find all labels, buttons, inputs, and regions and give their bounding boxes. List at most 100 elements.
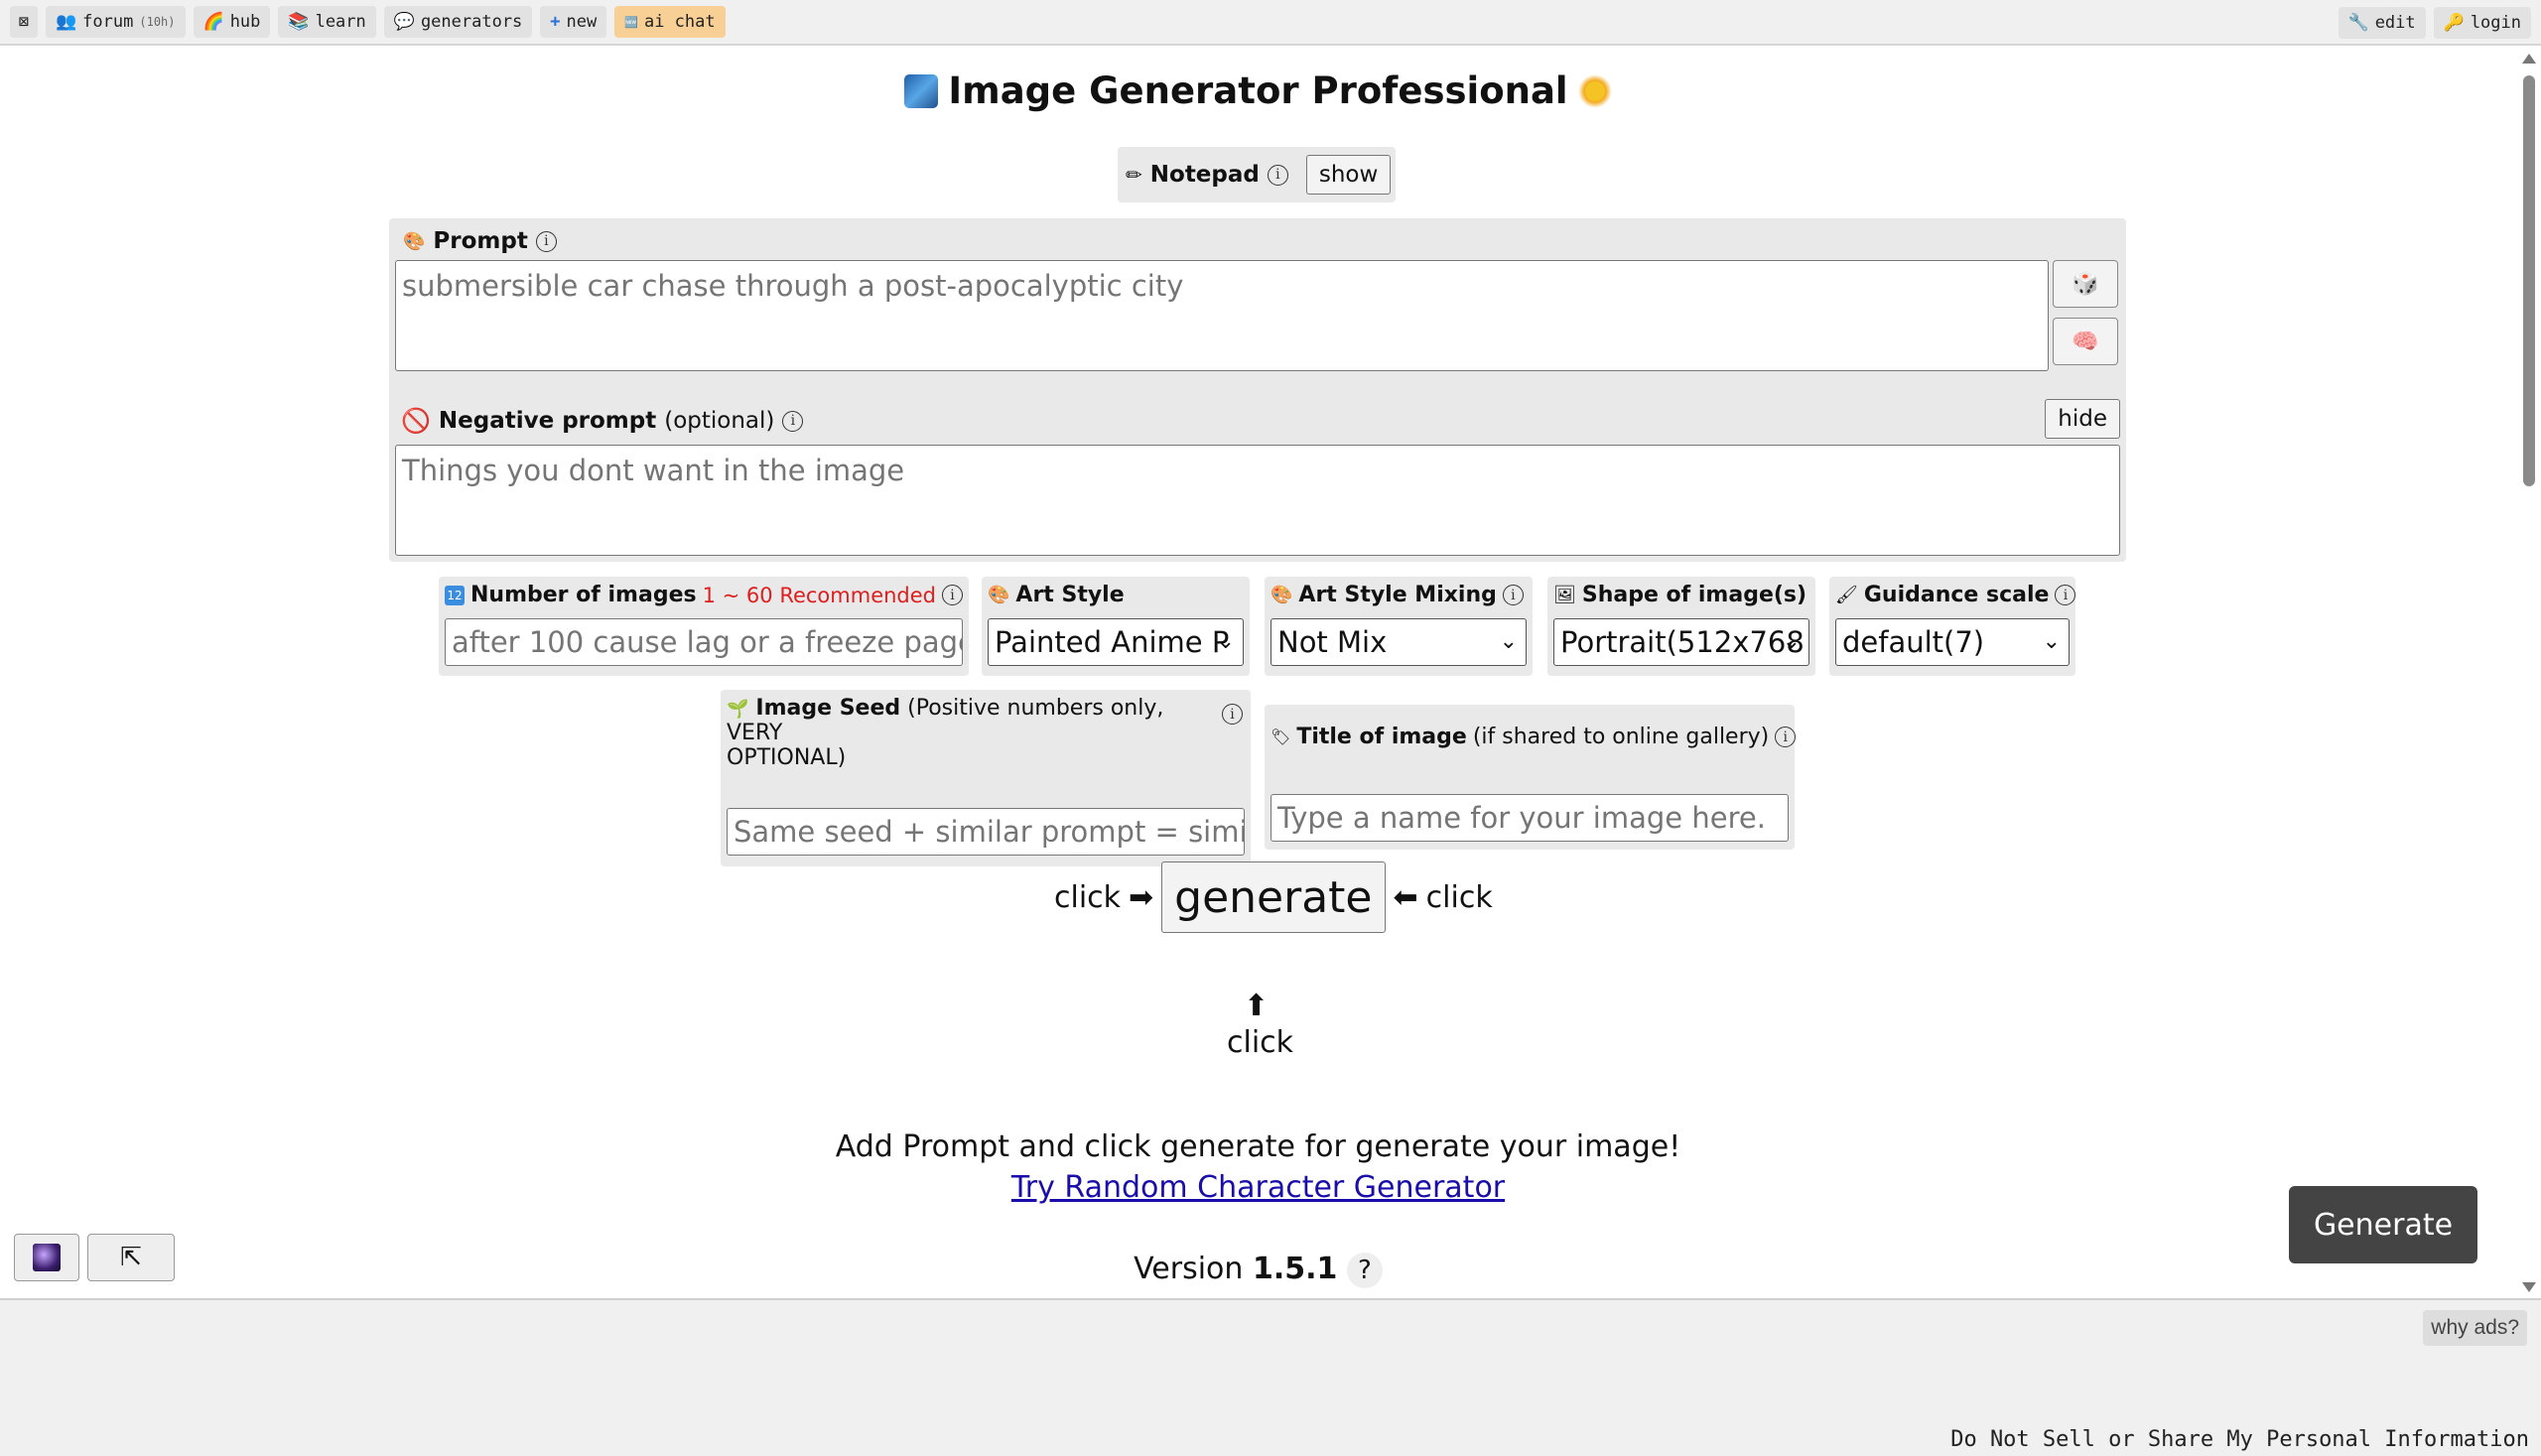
page-title: Image Generator Professional	[0, 69, 2516, 112]
random-prompt-button[interactable]: 🎲	[2053, 260, 2118, 308]
guidance-info-icon[interactable]: i	[2055, 585, 2076, 605]
people-icon: 👥	[56, 12, 77, 32]
guidance-select[interactable]: default(7) ⌄	[1835, 618, 2070, 666]
gallery-button[interactable]	[14, 1234, 79, 1281]
why-ads-button[interactable]: why ads?	[2423, 1310, 2527, 1346]
dice-icon: 🎲	[2072, 271, 2099, 297]
forum-link[interactable]: 👥 forum (10h)	[46, 6, 186, 38]
num-images-hint: 1 ~ 60 Recommended	[702, 583, 936, 607]
random-character-link[interactable]: Try Random Character Generator	[1011, 1170, 1505, 1205]
sun-icon	[1577, 74, 1612, 108]
chevron-down-icon: ⌄	[1216, 629, 1235, 654]
login-label: login	[2470, 13, 2521, 33]
prompt-label: Prompt	[433, 228, 528, 254]
ad-area: why ads? Do Not Sell or Share My Persona…	[0, 1298, 2541, 1456]
version-row: Version 1.5.1 ?	[0, 1252, 2516, 1288]
art-style-value: Painted Anime P	[995, 625, 1230, 659]
click-left-text: click	[1054, 879, 1122, 915]
arrow-right-icon: ➡	[1129, 879, 1154, 915]
palette-icon: 🎨	[1270, 585, 1293, 605]
framed-picture-icon: 🖼	[1553, 585, 1576, 605]
ai-chat-label: ai chat	[643, 12, 716, 32]
art-mixing-value: Not Mix	[1277, 625, 1388, 659]
numbers-icon: 12	[445, 585, 465, 605]
generate-button[interactable]: generate	[1161, 861, 1386, 933]
click-right-text: click	[1425, 879, 1493, 915]
floating-generate-button[interactable]: Generate	[2289, 1186, 2477, 1263]
scroll-thumb[interactable]	[2523, 75, 2535, 486]
label-tag-icon: 🏷	[1270, 728, 1291, 746]
title-info-icon[interactable]: i	[1775, 727, 1797, 747]
num-images-label: Number of images	[470, 583, 697, 607]
negative-prompt-textarea[interactable]: Things you dont want in the image	[395, 445, 2120, 556]
num-images-info-icon[interactable]: i	[942, 585, 963, 605]
negative-label-row: 🚫 Negative prompt (optional) i	[401, 407, 804, 435]
scroll-to-top-button[interactable]: ⇱	[87, 1234, 175, 1281]
edit-label: edit	[2374, 13, 2416, 33]
num-images-input[interactable]: after 100 cause lag or a freeze page	[445, 618, 963, 666]
edit-link[interactable]: 🔧 edit	[2338, 7, 2426, 39]
books-icon: 📚	[288, 12, 310, 32]
generators-label: generators	[420, 12, 523, 32]
chevron-down-icon: ⌄	[1499, 629, 1518, 654]
notepad-show-button[interactable]: show	[1305, 155, 1392, 195]
shape-value: Portrait(512x768	[1560, 625, 1805, 659]
forum-label: forum	[82, 12, 134, 32]
arrow-up-icon: ⬆	[1244, 989, 1270, 1023]
title-label-row: 🏷 Title of image (if shared to online ga…	[1270, 725, 1797, 749]
notepad-panel: ✏ Notepad i show	[1118, 147, 1396, 202]
hub-link[interactable]: 🌈 hub	[193, 6, 271, 38]
negative-hide-button[interactable]: hide	[2045, 399, 2120, 439]
new-badge-icon: 🆕	[624, 15, 638, 29]
art-mixing-info-icon[interactable]: i	[1502, 585, 1524, 605]
plus-icon: +	[550, 12, 561, 32]
version-value: 1.5.1	[1252, 1252, 1338, 1286]
chat-bubbles-icon: 💬	[393, 12, 415, 32]
page-title-text: Image Generator Professional	[948, 69, 1568, 112]
seed-info-icon[interactable]: i	[1222, 704, 1243, 725]
new-link[interactable]: + new	[540, 6, 607, 38]
learn-link[interactable]: 📚 learn	[278, 6, 376, 38]
ai-chat-link[interactable]: 🆕 ai chat	[614, 6, 726, 38]
scrollbar[interactable]	[2516, 48, 2541, 1298]
guidance-label: Guidance scale	[1863, 583, 2050, 607]
shape-label: Shape of image(s)	[1581, 583, 1807, 607]
image-title-field: 🏷 Title of image (if shared to online ga…	[1265, 705, 1797, 850]
login-link[interactable]: 🔑 login	[2433, 7, 2531, 39]
instructions-text: Add Prompt and click generate for genera…	[835, 1129, 1681, 1164]
version-help-button[interactable]: ?	[1346, 1253, 1383, 1288]
art-style-label-row: 🎨 Art Style	[988, 583, 1244, 607]
prohibited-icon: 🚫	[401, 407, 431, 435]
title-input[interactable]: Type a name for your image here.	[1270, 794, 1789, 842]
galaxy-image-icon	[33, 1244, 61, 1271]
new-label: new	[566, 12, 598, 32]
arrow-up-left-icon: ⇱	[120, 1243, 142, 1272]
chevron-down-icon: ⌄	[1782, 629, 1801, 654]
guidance-label-row: 🖌 Guidance scale i	[1835, 583, 2076, 607]
chevron-down-icon: ⌄	[2042, 629, 2061, 654]
prompt-info-icon[interactable]: i	[535, 230, 557, 252]
forum-badge: (10h)	[139, 15, 176, 29]
expand-button[interactable]: ⊠	[10, 6, 38, 38]
shape-select[interactable]: Portrait(512x768 ⌄	[1553, 618, 1809, 666]
top-right-actions: 🔧 edit 🔑 login	[2338, 7, 2531, 39]
notepad-info-icon[interactable]: i	[1267, 164, 1288, 186]
palette-icon: 🎨	[988, 585, 1010, 605]
prompt-textarea[interactable]: submersible car chase through a post-apo…	[395, 260, 2049, 371]
wrench-icon: 🔧	[2347, 13, 2369, 33]
guidance-value: default(7)	[1842, 625, 1985, 659]
generators-link[interactable]: 💬 generators	[383, 6, 533, 38]
scroll-down-arrow-icon[interactable]	[2522, 1282, 2536, 1292]
click-below-text: click	[1227, 1025, 1294, 1060]
art-style-select[interactable]: Painted Anime P ⌄	[988, 618, 1244, 666]
scroll-up-arrow-icon[interactable]	[2522, 54, 2536, 64]
pencil-icon: ✏	[1126, 163, 1142, 187]
brainstorm-button[interactable]: 🧠	[2053, 318, 2118, 365]
art-mixing-select[interactable]: Not Mix ⌄	[1270, 618, 1527, 666]
key-icon: 🔑	[2443, 13, 2465, 33]
notebook-icon	[904, 74, 939, 108]
seed-label: Image Seed	[755, 696, 901, 721]
do-not-sell-link[interactable]: Do Not Sell or Share My Personal Informa…	[1950, 1427, 2529, 1452]
negative-info-icon[interactable]: i	[782, 410, 804, 432]
seed-input[interactable]: Same seed + similar prompt = similar	[727, 808, 1245, 856]
